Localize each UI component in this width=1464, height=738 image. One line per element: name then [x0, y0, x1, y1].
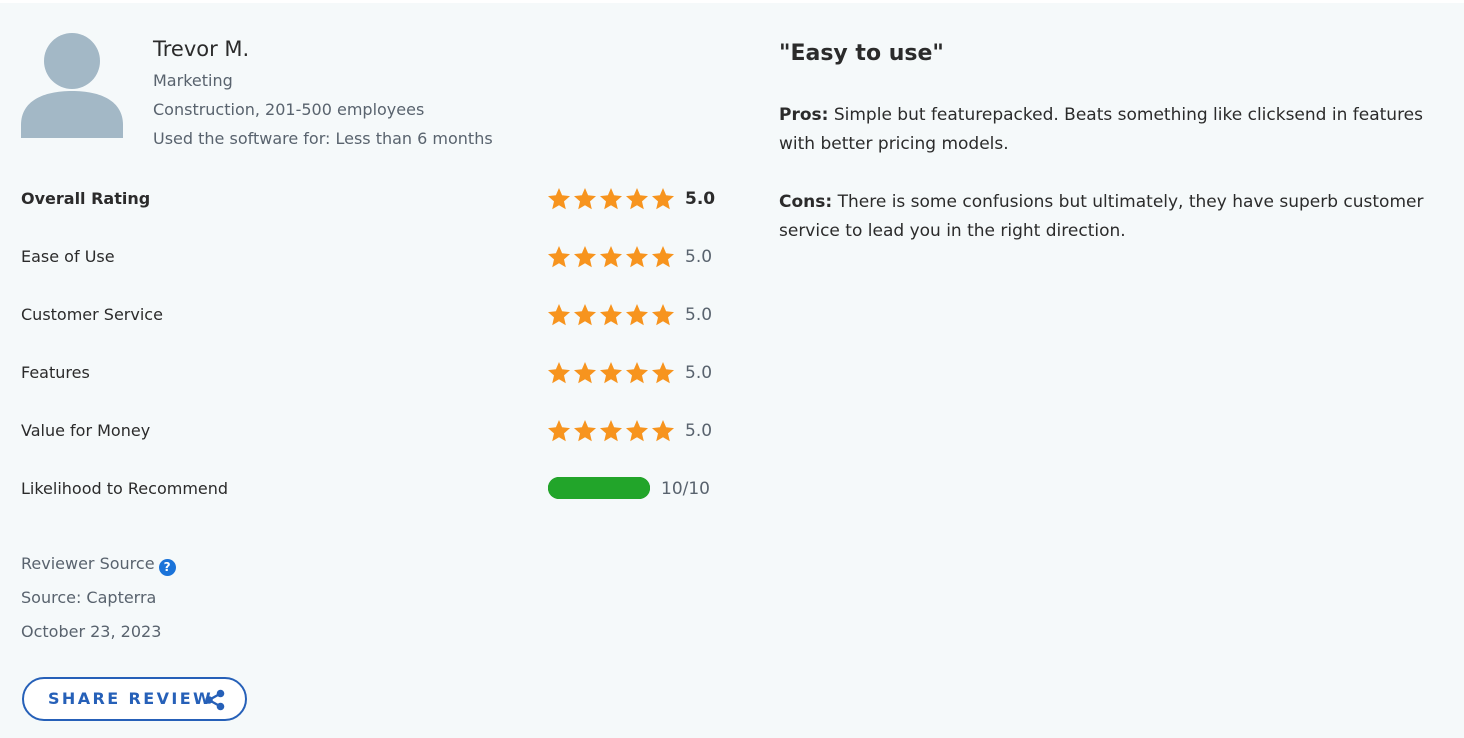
recommend-progress-fill	[548, 477, 650, 499]
review-date: October 23, 2023	[21, 622, 162, 641]
rating-label: Likelihood to Recommend	[21, 479, 229, 498]
share-review-button[interactable]: SHARE REVIEW	[22, 677, 247, 721]
star-icon	[548, 188, 570, 210]
star-icon	[574, 304, 596, 326]
recommend-value: 10/10	[661, 479, 710, 499]
star-icon	[548, 246, 570, 268]
rating-row-recommend: Likelihood to Recommend 10/10	[21, 474, 721, 504]
star-icon	[600, 188, 622, 210]
star-icon	[652, 304, 674, 326]
help-icon[interactable]: ?	[158, 559, 176, 576]
recommend-progress-bar	[548, 477, 650, 499]
reviewer-name: Trevor M.	[153, 37, 250, 61]
reviewer-usage: Used the software for: Less than 6 month…	[153, 129, 493, 148]
star-icon	[600, 420, 622, 442]
star-rating	[547, 419, 677, 443]
cons-label: Cons:	[779, 192, 833, 212]
rating-value: 5.0	[685, 189, 716, 209]
pros-label: Pros:	[779, 105, 829, 125]
star-icon	[548, 362, 570, 384]
review-cons: Cons: There is some confusions but ultim…	[779, 188, 1449, 246]
star-icon	[626, 304, 648, 326]
review-title: "Easy to use"	[779, 41, 944, 66]
review-pros: Pros: Simple but featurepacked. Beats so…	[779, 101, 1449, 159]
star-icon	[574, 246, 596, 268]
reviewer-source: Reviewer Source?	[21, 554, 176, 576]
rating-row-ease-of-use: Ease of Use 5.0	[21, 242, 721, 272]
pros-text: Simple but featurepacked. Beats somethin…	[779, 105, 1423, 154]
star-rating	[547, 361, 677, 385]
star-icon	[600, 304, 622, 326]
rating-label: Customer Service	[21, 305, 163, 324]
cons-text: There is some confusions but ultimately,…	[779, 192, 1424, 241]
star-icon	[574, 188, 596, 210]
rating-label: Overall Rating	[21, 189, 151, 208]
star-icon	[652, 362, 674, 384]
star-icon	[652, 420, 674, 442]
source-text: Source: Capterra	[21, 588, 157, 607]
star-icon	[626, 188, 648, 210]
reviewer-company: Construction, 201-500 employees	[153, 100, 425, 119]
review-card: Trevor M. Marketing Construction, 201-50…	[0, 3, 1464, 738]
rating-row-value-for-money: Value for Money 5.0	[21, 416, 721, 446]
share-icon	[205, 689, 225, 711]
star-icon	[548, 420, 570, 442]
rating-label: Features	[21, 363, 90, 382]
share-review-label: SHARE REVIEW	[48, 689, 214, 708]
user-avatar-icon	[21, 33, 123, 138]
star-icon	[652, 246, 674, 268]
rating-value: 5.0	[685, 421, 713, 441]
rating-value: 5.0	[685, 363, 713, 383]
star-icon	[574, 362, 596, 384]
star-icon	[652, 188, 674, 210]
rating-row-customer-service: Customer Service 5.0	[21, 300, 721, 330]
rating-value: 5.0	[685, 247, 713, 267]
star-icon	[600, 246, 622, 268]
star-rating	[547, 187, 677, 211]
reviewer-role: Marketing	[153, 71, 233, 90]
star-icon	[626, 420, 648, 442]
star-icon	[574, 420, 596, 442]
rating-label: Value for Money	[21, 421, 151, 440]
rating-row-features: Features 5.0	[21, 358, 721, 388]
star-icon	[600, 362, 622, 384]
star-icon	[626, 246, 648, 268]
star-icon	[626, 362, 648, 384]
star-rating	[547, 303, 677, 327]
star-rating	[547, 245, 677, 269]
rating-row-overall: Overall Rating 5.0	[21, 184, 721, 214]
star-icon	[548, 304, 570, 326]
reviewer-source-label: Reviewer Source	[21, 554, 155, 573]
rating-label: Ease of Use	[21, 247, 115, 266]
rating-value: 5.0	[685, 305, 713, 325]
